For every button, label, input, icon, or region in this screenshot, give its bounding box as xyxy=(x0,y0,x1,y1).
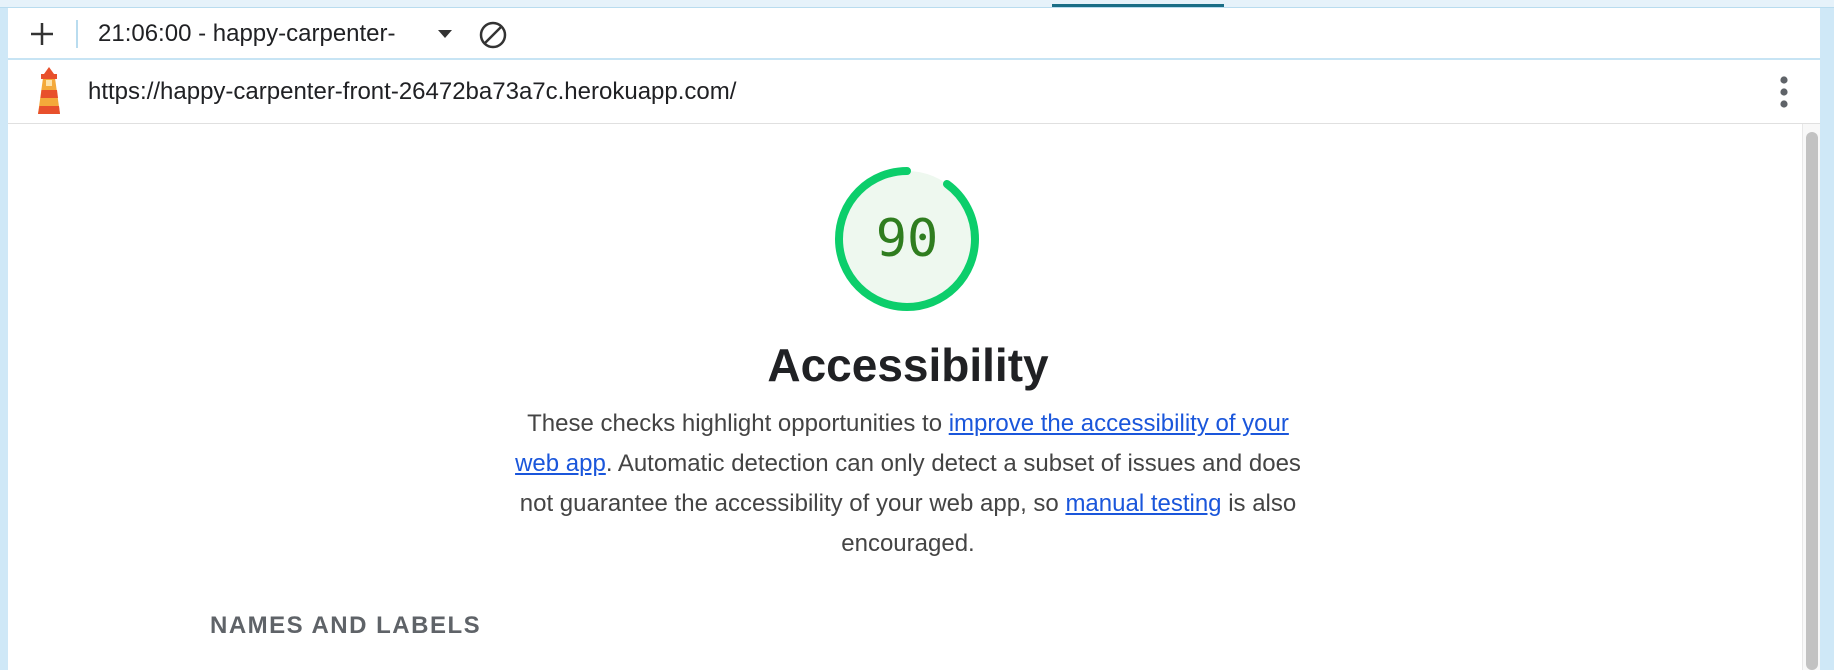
lighthouse-icon xyxy=(38,67,60,114)
report-selector-label: 21:06:00 - happy-carpenter- xyxy=(98,20,396,47)
audit-group-title: NAMES AND LABELS xyxy=(210,612,482,639)
toolbar-divider xyxy=(76,20,78,48)
clear-reports-button[interactable] xyxy=(476,18,510,52)
description-text-1: These checks highlight opportunities to xyxy=(527,410,949,437)
vertical-scrollbar[interactable] xyxy=(1802,124,1820,670)
report-selector[interactable]: 21:06:00 - happy-carpenter- xyxy=(98,16,457,52)
manual-testing-link[interactable]: manual testing xyxy=(1065,490,1221,517)
category-title: Accessibility xyxy=(767,339,1049,391)
block-icon xyxy=(479,21,507,49)
report-content: 90 Accessibility These checks highlight … xyxy=(8,124,1806,670)
caret-down-icon xyxy=(438,30,452,38)
kebab-menu-icon[interactable] xyxy=(1772,72,1796,112)
score-value: 90 xyxy=(875,209,939,269)
new-report-button[interactable] xyxy=(26,18,58,50)
active-tab-indicator xyxy=(1052,4,1224,7)
report-url[interactable]: https://happy-carpenter-front-26472ba73a… xyxy=(88,78,736,106)
lighthouse-toolbar: 21:06:00 - happy-carpenter- xyxy=(8,8,1820,60)
report-url-bar: https://happy-carpenter-front-26472ba73a… xyxy=(8,60,1820,124)
scrollbar-thumb[interactable] xyxy=(1806,132,1818,670)
category-description: These checks highlight opportunities to … xyxy=(508,404,1308,564)
plus-icon xyxy=(31,23,53,45)
top-tab-strip xyxy=(0,0,1834,8)
